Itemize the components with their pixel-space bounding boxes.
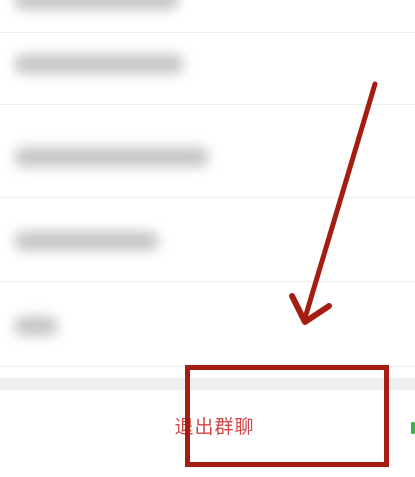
annotation-highlight-box <box>185 365 389 467</box>
